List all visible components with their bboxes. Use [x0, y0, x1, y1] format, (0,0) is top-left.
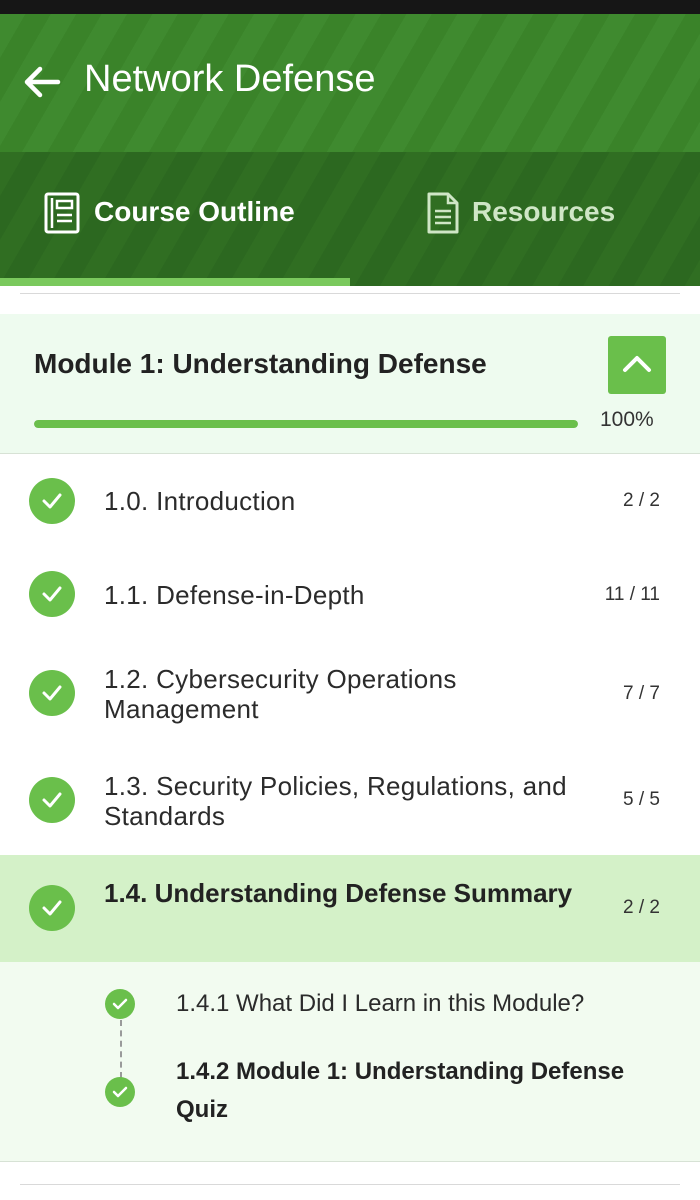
- check-circle-icon: [29, 777, 75, 823]
- tab-resources[interactable]: Resources: [350, 152, 700, 286]
- active-tab-indicator: [0, 278, 350, 286]
- module-card: Module 1: Understanding Defense 100%: [0, 314, 700, 454]
- sub-item-label: 1.4.1 What Did I Learn in this Module?: [176, 990, 585, 1017]
- lesson-count: 2 / 2: [623, 897, 660, 918]
- sub-item[interactable]: 1.4.2 Module 1: Understanding Defense Qu…: [0, 1053, 700, 1133]
- chevron-up-icon: [623, 356, 651, 372]
- check-circle-icon: [105, 989, 135, 1019]
- lesson-count: 11 / 11: [604, 584, 660, 605]
- lesson-item[interactable]: 1.2. Cybersecurity Operations Management…: [0, 642, 700, 748]
- lesson-count: 5 / 5: [623, 789, 660, 810]
- tab-bar: Course Outline Resources: [0, 152, 700, 286]
- lesson-label: 1.4. Understanding Defense Summary: [104, 878, 573, 908]
- check-circle-icon: [29, 670, 75, 716]
- lesson-count: 2 / 2: [623, 490, 660, 511]
- lesson-label: 1.0. Introduction: [104, 486, 296, 516]
- lesson-item[interactable]: 1.3. Security Policies, Regulations, and…: [0, 748, 700, 854]
- module-progress-bar: [34, 420, 578, 428]
- lesson-count: 7 / 7: [623, 683, 660, 704]
- check-circle-icon: [105, 1077, 135, 1107]
- module-progress-fill: [34, 420, 578, 428]
- check-circle-icon: [29, 885, 75, 931]
- lesson-item[interactable]: 1.1. Defense-in-Depth 11 / 11: [0, 548, 700, 642]
- lesson-label: 1.1. Defense-in-Depth: [104, 580, 365, 610]
- lesson-item-active[interactable]: 1.4. Understanding Defense Summary 2 / 2: [0, 855, 700, 962]
- app-header: Network Defense: [0, 14, 700, 152]
- sub-item-label: 1.4.2 Module 1: Understanding Defense Qu…: [176, 1058, 625, 1123]
- status-bar: [0, 0, 700, 14]
- document-list-icon: [44, 192, 80, 234]
- collapse-module-button[interactable]: [608, 336, 666, 394]
- module-progress-text: 100%: [600, 408, 654, 431]
- arrow-left-icon: [24, 66, 61, 98]
- lesson-item[interactable]: 1.0. Introduction 2 / 2: [0, 454, 700, 548]
- document-icon: [427, 192, 459, 234]
- lesson-label: 1.2. Cybersecurity Operations Management: [104, 664, 457, 724]
- page-title: Network Defense: [84, 58, 376, 100]
- check-circle-icon: [29, 571, 75, 617]
- back-button[interactable]: [22, 64, 62, 100]
- module-title: Module 1: Understanding Defense: [34, 348, 487, 379]
- sub-item[interactable]: 1.4.1 What Did I Learn in this Module?: [0, 985, 700, 1025]
- tab-course-outline[interactable]: Course Outline: [0, 152, 350, 286]
- check-circle-icon: [29, 478, 75, 524]
- divider: [20, 293, 680, 294]
- tab-resources-label: Resources: [472, 196, 616, 227]
- divider: [20, 1184, 680, 1185]
- tab-course-outline-label: Course Outline: [94, 196, 295, 227]
- lesson-label: 1.3. Security Policies, Regulations, and…: [104, 771, 567, 831]
